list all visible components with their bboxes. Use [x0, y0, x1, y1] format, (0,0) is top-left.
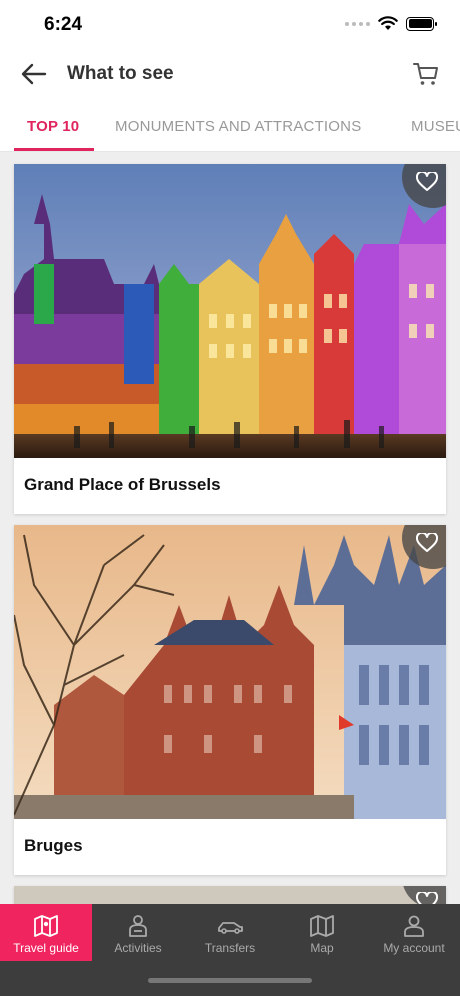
attraction-title: Grand Place of Brussels — [24, 475, 221, 494]
heart-icon — [416, 892, 438, 904]
tab-map[interactable]: Map — [276, 904, 368, 961]
attraction-card[interactable]: Grand Place of Brussels — [14, 164, 446, 514]
back-button[interactable] — [18, 60, 50, 88]
app-header: What to see — [0, 50, 460, 100]
signal-dots-icon — [345, 21, 370, 26]
attraction-title: Bruges — [24, 836, 83, 855]
active-tab-indicator — [14, 148, 94, 151]
arrow-left-icon — [21, 63, 47, 85]
attraction-image — [14, 164, 446, 458]
tab-label: My account — [383, 941, 445, 955]
cart-button[interactable] — [412, 60, 440, 88]
wifi-icon — [378, 16, 398, 30]
home-indicator — [148, 978, 312, 983]
status-bar: 6:24 — [0, 0, 460, 50]
heart-icon — [416, 172, 438, 191]
map-book-icon — [34, 915, 58, 937]
tab-activities[interactable]: Activities — [92, 904, 184, 961]
status-icons — [345, 16, 437, 31]
tab-top-10[interactable]: TOP 10 — [27, 118, 79, 135]
person-activity-icon — [129, 915, 147, 937]
tab-label: Map — [310, 941, 334, 955]
cart-icon — [413, 63, 438, 85]
category-tabs: TOP 10 MONUMENTS AND ATTRACTIONS MUSEU — [0, 100, 460, 152]
heart-icon — [416, 533, 438, 552]
user-icon — [404, 915, 424, 937]
tab-transfers[interactable]: Transfers — [184, 904, 276, 961]
attraction-image — [14, 525, 446, 819]
status-time: 6:24 — [44, 14, 83, 35]
page-title: What to see — [67, 63, 174, 84]
attraction-card[interactable] — [14, 886, 446, 904]
attraction-card[interactable]: Bruges — [14, 525, 446, 875]
tab-monuments-and-attractions[interactable]: MONUMENTS AND ATTRACTIONS — [115, 118, 361, 135]
tab-my-account[interactable]: My account — [368, 904, 460, 961]
battery-icon — [406, 16, 437, 31]
tab-label: Travel guide — [13, 941, 79, 955]
tab-label: Transfers — [204, 941, 256, 955]
car-transfer-icon — [218, 922, 243, 934]
folded-map-icon — [310, 915, 334, 937]
attraction-image — [14, 886, 446, 904]
tab-travel-guide[interactable]: Travel guide — [0, 904, 92, 961]
tab-museums[interactable]: MUSEU — [411, 118, 460, 135]
tab-label: Activities — [114, 941, 162, 955]
